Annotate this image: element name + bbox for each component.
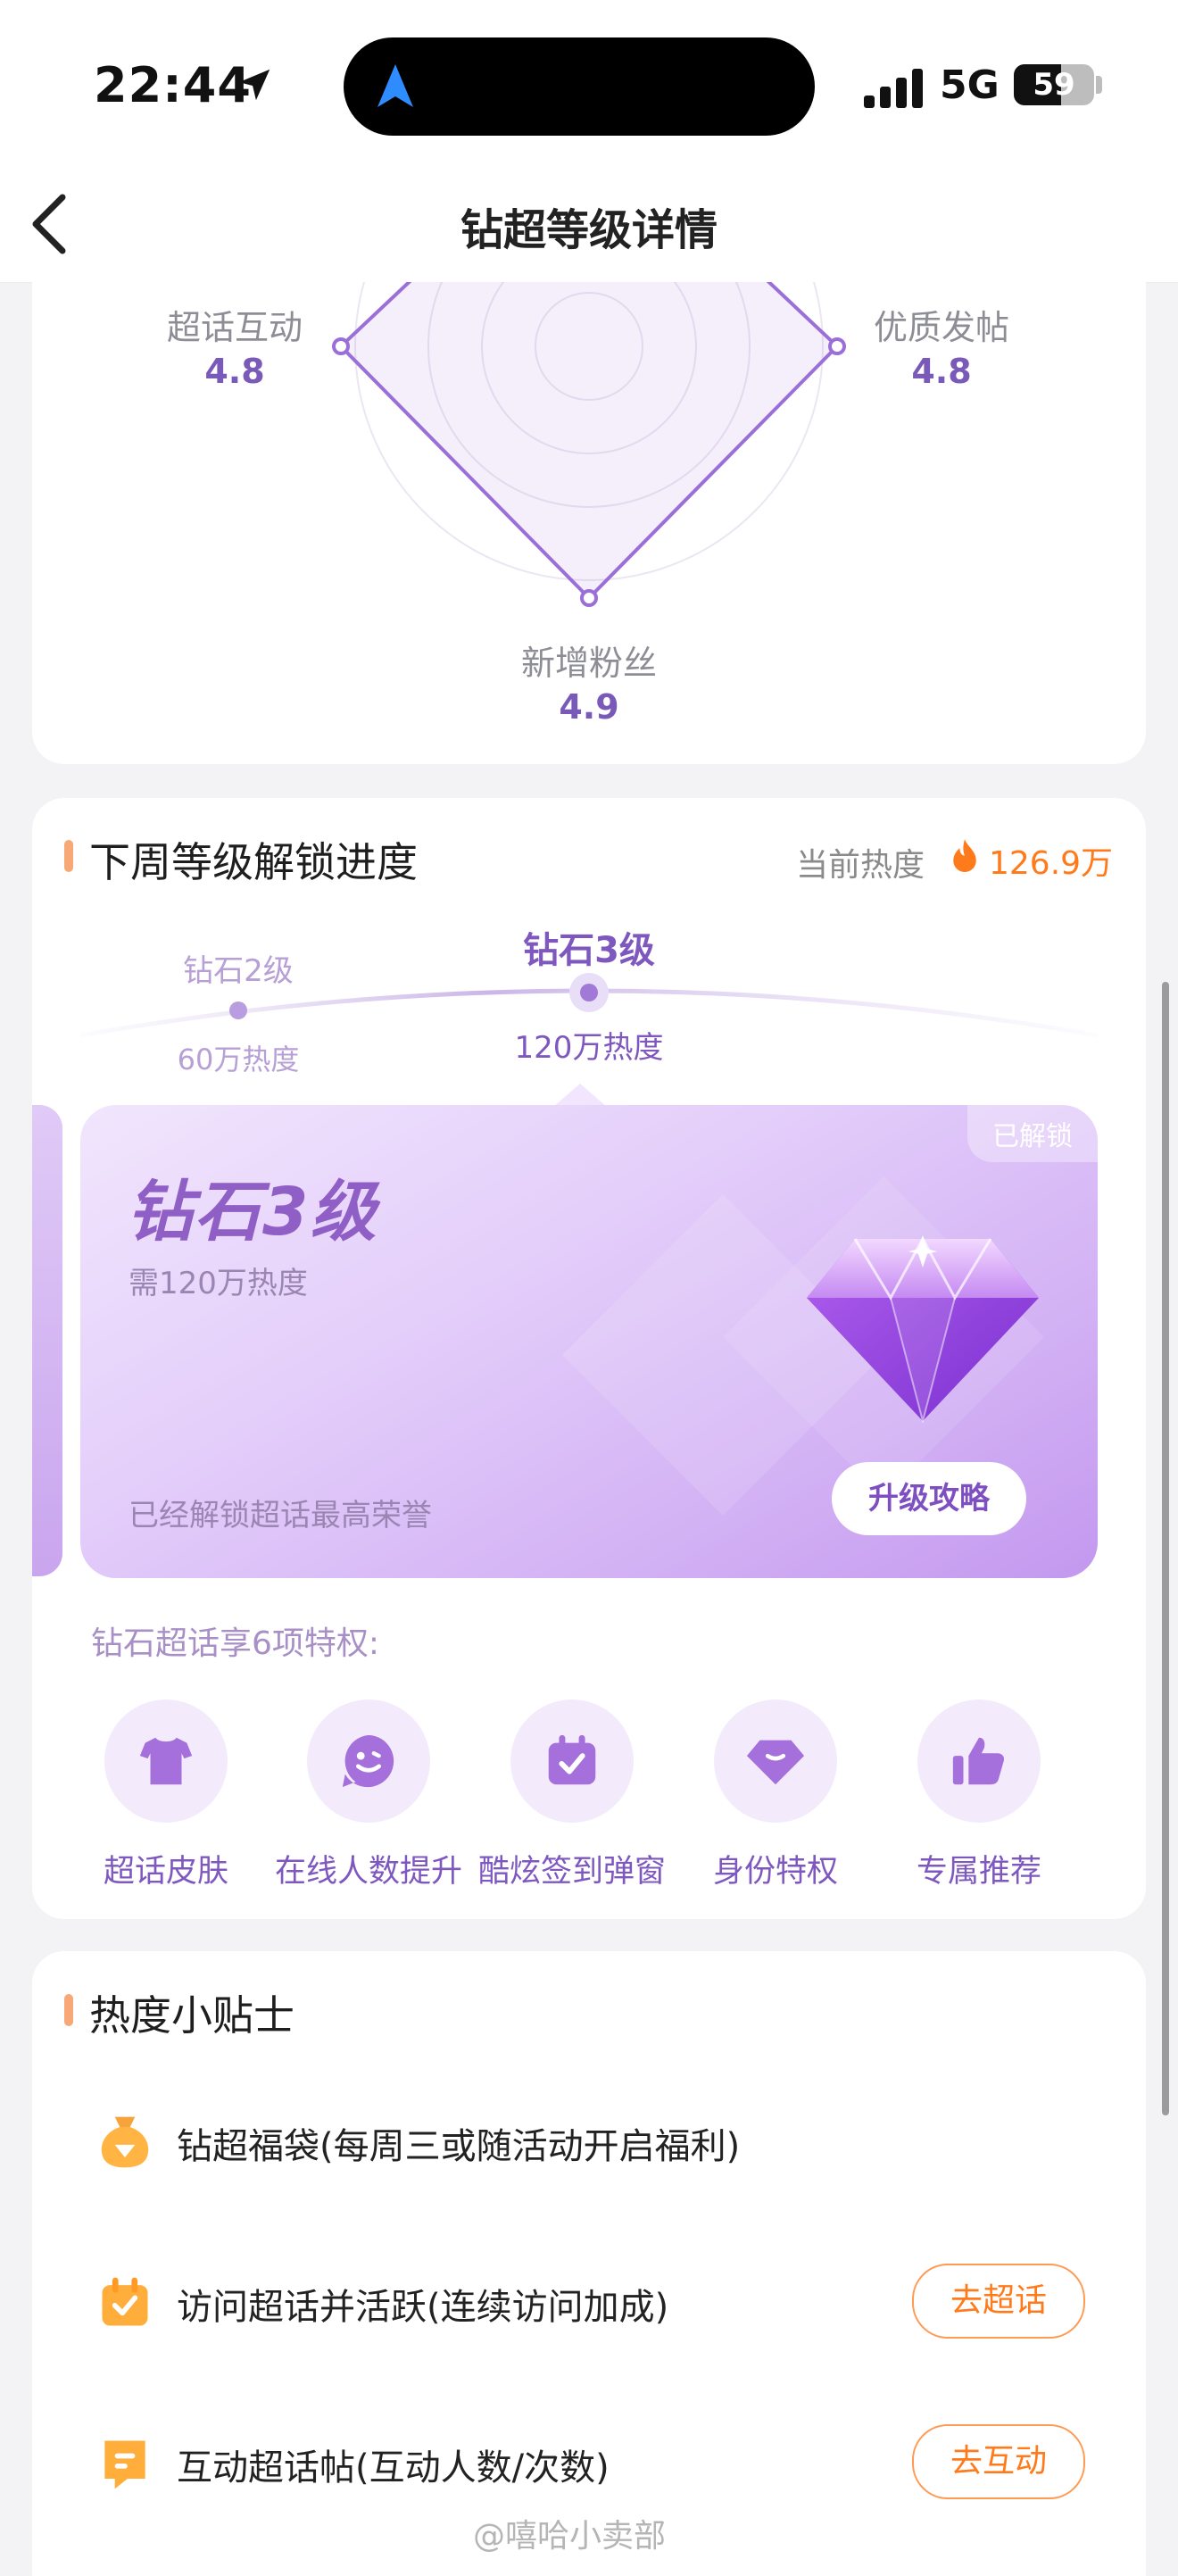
- thumbs-up-icon: [952, 1737, 1005, 1785]
- page-title: 钻超等级详情: [460, 205, 718, 255]
- privilege-label: 在线人数提升: [274, 1854, 462, 1890]
- level-card-title: 钻石3级: [127, 1174, 378, 1251]
- privilege-icon-bg: [104, 1699, 228, 1823]
- privilege-skin[interactable]: 超话皮肤: [63, 1699, 269, 1891]
- privilege-icon-bg: [510, 1699, 634, 1823]
- battery-tip: [1096, 76, 1102, 94]
- progress-section-title: 下周等级解锁进度: [89, 838, 418, 886]
- card-pointer: [553, 1084, 607, 1107]
- location-arrow-icon: [238, 69, 270, 101]
- privilege-label: 酷炫签到弹窗: [477, 1854, 666, 1890]
- privilege-icon-bg: [917, 1699, 1041, 1823]
- battery-percent: 59: [1033, 67, 1075, 103]
- fire-icon: [953, 839, 976, 872]
- go-supertopic-button[interactable]: 去超话: [912, 2264, 1085, 2339]
- level-card-description: 已经解锁超话最高荣誉: [129, 1498, 432, 1533]
- tip-text: 钻超福袋(每周三或随活动开启福利): [177, 2126, 741, 2167]
- privilege-label: 身份特权: [712, 1854, 838, 1890]
- level-card[interactable]: 已解锁 钻石3级 需120万热度 已经解锁超话最高荣誉 升级攻略: [80, 1105, 1098, 1578]
- tip-visit: 访问超话并活跃(连续访问加成) 去超话: [95, 2264, 1085, 2344]
- section-accent-bar: [64, 840, 73, 872]
- tip-lucky-bag: 钻超福袋(每周三或随活动开启福利): [95, 2103, 1085, 2183]
- cellular-signal-icon: [864, 67, 923, 108]
- post-icon: [104, 2440, 145, 2489]
- network-type: 5G: [940, 62, 1000, 108]
- level-prev-name: 钻石2级: [183, 953, 294, 989]
- navigation-arrow-icon: [377, 64, 413, 107]
- radar-label-fans: 新增粉丝: [520, 644, 657, 683]
- current-heat-value: 126.9万: [989, 845, 1114, 882]
- go-interact-button[interactable]: 去互动: [912, 2424, 1085, 2499]
- privilege-label: 超话皮肤: [103, 1854, 228, 1890]
- smile-face-icon: [342, 1734, 394, 1788]
- battery-icon: 59: [1014, 64, 1094, 105]
- privilege-checkin[interactable]: 酷炫签到弹窗: [469, 1699, 675, 1891]
- privilege-identity[interactable]: 身份特权: [673, 1699, 878, 1891]
- tip-text: 互动超话帖(互动人数/次数): [177, 2447, 610, 2489]
- level-current-name: 钻石3级: [523, 930, 655, 971]
- level-card-requirement: 需120万热度: [129, 1266, 308, 1301]
- unlocked-badge: 已解锁: [967, 1105, 1098, 1162]
- privilege-intro: 钻石超话享6项特权:: [91, 1625, 380, 1662]
- section-accent-bar: [64, 1994, 73, 2026]
- level-current-heat: 120万热度: [514, 1030, 664, 1066]
- tips-section-title: 热度小贴士: [89, 1991, 294, 2040]
- privilege-label: 专属推荐: [916, 1854, 1041, 1890]
- diamond-gem-icon: [807, 1235, 1039, 1423]
- lucky-bag-icon: [101, 2116, 149, 2168]
- current-heat-label: 当前热度: [796, 847, 925, 884]
- watermark: @嘻哈小卖部: [473, 2518, 667, 2555]
- scrollbar-thumb[interactable]: [1162, 982, 1169, 2115]
- radar-label-posts: 优质发帖: [873, 308, 1009, 347]
- status-time: 22:44: [94, 57, 252, 113]
- tip-text: 访问超话并活跃(连续访问加成): [177, 2287, 669, 2328]
- calendar-check-icon: [102, 2277, 148, 2326]
- privilege-icon-bg: [307, 1699, 430, 1823]
- upgrade-guide-button[interactable]: 升级攻略: [832, 1462, 1026, 1535]
- privilege-icon-bg: [714, 1699, 837, 1823]
- level-prev-heat: 60万热度: [177, 1043, 300, 1076]
- radar-score-posts: 4.8: [911, 352, 972, 391]
- radar-chart: [332, 282, 846, 607]
- tshirt-icon: [139, 1737, 193, 1785]
- radar-label-interaction: 超话互动: [166, 308, 303, 347]
- radar-score-fans: 4.9: [559, 687, 619, 727]
- previous-level-card[interactable]: [32, 1105, 62, 1576]
- tip-interact: 互动超话帖(互动人数/次数) 去互动: [95, 2424, 1085, 2505]
- privilege-recommend[interactable]: 专属推荐: [876, 1699, 1082, 1891]
- diamond-icon: [746, 1740, 805, 1785]
- privilege-online[interactable]: 在线人数提升: [266, 1699, 471, 1891]
- calendar-check-icon: [548, 1734, 596, 1785]
- radar-score-interaction: 4.8: [204, 352, 265, 391]
